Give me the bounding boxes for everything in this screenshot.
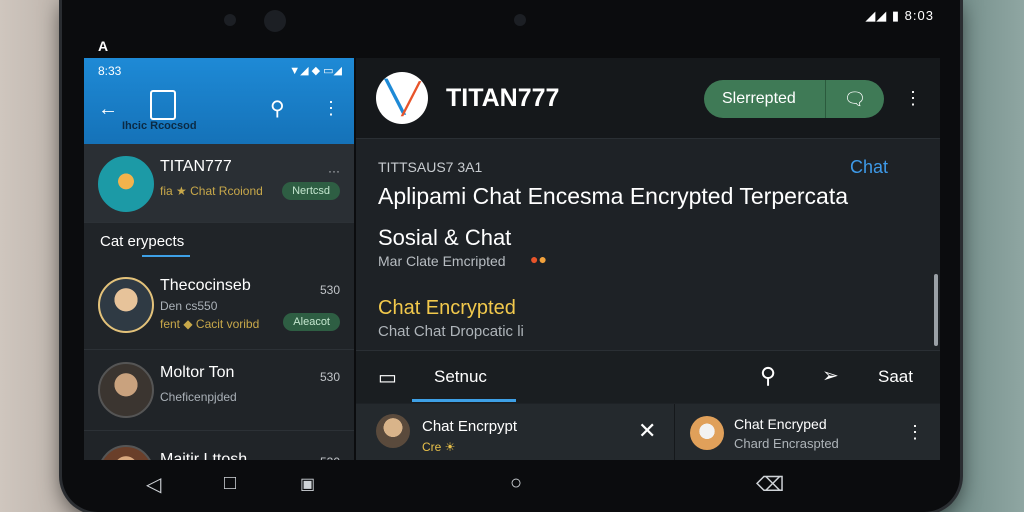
page-title: TITAN777 — [446, 84, 560, 112]
send-icon[interactable]: ➢ — [822, 363, 839, 388]
chat-list-header: 8:33 ▼◢ ◆ ▭◢ ← Ihcic Rcocsod ⚲ ⋮ — [84, 58, 354, 144]
preview-name[interactable]: Chat Encryped — [734, 416, 827, 432]
chat-detail-header: ╲ ╱ TITAN777 Slerrepted 🗨 ⋮ — [356, 58, 940, 139]
status-badge: Aleacot — [283, 313, 340, 331]
preview-sub: Chard Encraspted — [734, 436, 839, 451]
circle-home-icon[interactable]: ○ — [510, 472, 522, 495]
more-vertical-icon[interactable]: ⋮ — [906, 422, 924, 443]
more-vertical-icon[interactable]: ⋮ — [322, 98, 340, 119]
chat-name: TITAN777 — [160, 158, 232, 175]
encrypted-pill-button[interactable]: Slerrepted 🗨 — [704, 80, 884, 118]
square-recent-icon[interactable]: □ — [224, 472, 236, 495]
search-icon[interactable]: ⚲ — [270, 96, 285, 121]
chat-list-item[interactable]: Moltor Ton Cheficenpjded 530 — [84, 350, 354, 431]
chat-meta: fent ◆ Cacit voribd — [160, 317, 260, 331]
chat-time: 530 — [319, 370, 340, 384]
chat-bubble-icon[interactable]: 🗨 — [825, 80, 884, 118]
kicker-text: TITTSAUS7 3A1 — [378, 159, 483, 175]
device-status-bar: ◢◢ ▮ 8:03 — [865, 8, 934, 23]
chat-menu-icon[interactable]: ··· — [328, 164, 340, 178]
avatar — [98, 362, 154, 418]
front-camera — [264, 10, 286, 32]
pill-label: Slerrepted — [722, 90, 796, 107]
header-subtitle: Ihcic Rcocsod — [122, 120, 197, 132]
status-icons: ▼◢ ◆ ▭◢ — [289, 65, 342, 77]
chat-line: Cheficenpjded — [160, 390, 237, 404]
chat-list-panel: 8:33 ▼◢ ◆ ▭◢ ← Ihcic Rcocsod ⚲ ⋮ TITAN77… — [84, 58, 354, 460]
avatar — [98, 445, 154, 460]
divider — [674, 404, 675, 460]
scrollbar[interactable] — [934, 274, 938, 346]
device-logo: A — [98, 38, 109, 54]
chat-detail-panel: ╲ ╱ TITAN777 Slerrepted 🗨 ⋮ TITTSAUS7 3A1… — [356, 58, 940, 460]
avatar — [690, 416, 724, 450]
screenshot-icon[interactable]: ▣ — [300, 474, 315, 494]
clipboard-icon[interactable] — [150, 90, 176, 120]
chat-subtitle: fia ★ Chat Rcoiond — [160, 184, 263, 198]
chat-link[interactable]: Chat — [850, 157, 888, 178]
chat-list-item[interactable]: Maitir Lttosh 530 — [84, 431, 354, 460]
back-key-icon[interactable]: ⌫ — [756, 472, 784, 497]
sensor-dot — [224, 14, 236, 26]
small-caption: Mar Clate Emcripted — [378, 253, 506, 269]
close-icon[interactable]: ✕ — [638, 418, 656, 444]
sensor-dot-right — [514, 14, 526, 26]
chat-detail-body: TITTSAUS7 3A1 Chat Aplipami Chat Encesma… — [356, 139, 940, 351]
avatar — [376, 414, 410, 448]
chat-name: Moltor Ton — [160, 364, 235, 381]
status-time: 8:33 — [98, 64, 122, 78]
triangle-back-icon[interactable]: ◁ — [146, 472, 161, 497]
search-icon[interactable]: ⚲ — [760, 363, 776, 389]
tab-bar: ▭ Setnuc ⚲ ➢ Saat — [356, 350, 940, 403]
highlight-caption: Chat Chat Dropcatic li — [378, 323, 524, 340]
tab-active[interactable]: Setnuc — [434, 367, 487, 387]
chat-time: 530 — [319, 283, 340, 297]
avatar — [98, 156, 154, 212]
chat-name: Thecocinseb — [160, 277, 251, 294]
main-headline: Aplipami Chat Encesma Encrypted Terperca… — [378, 183, 849, 209]
chat-list-item[interactable]: Thecocinseb Den cs550 fent ◆ Cacit vorib… — [84, 263, 354, 350]
chat-line: Den cs550 — [160, 299, 218, 313]
start-button[interactable]: Saat — [878, 367, 913, 387]
preview-sub: Cre ☀ — [422, 440, 456, 454]
system-nav-bar: ◁ □ ▣ ○ ⌫ — [84, 460, 940, 512]
section-underline — [142, 255, 190, 257]
chat-name: Maitir Lttosh — [160, 451, 248, 460]
emoji-icons: ●● — [530, 251, 547, 267]
highlight-heading: Chat Encrypted — [378, 297, 516, 319]
tab-indicator — [412, 399, 516, 402]
pinned-chat-card[interactable]: TITAN777 fia ★ Chat Rcoiond ··· Nertcsd — [84, 144, 354, 223]
section-heading: Sosial & Chat — [378, 225, 512, 250]
status-badge: Nertcsd — [282, 182, 340, 200]
app-logo-icon: ╲ ╱ — [376, 72, 428, 124]
back-arrow-icon[interactable]: ← — [98, 98, 118, 121]
bottom-preview-bar: Chat Encrpypt Cre ☀ ✕ Chat Encryped Char… — [356, 404, 940, 460]
section-header: Cat erypects — [84, 223, 354, 263]
section-title: Cat erypects — [100, 233, 185, 250]
preview-name[interactable]: Chat Encrpypt — [422, 418, 517, 435]
more-vertical-icon[interactable]: ⋮ — [904, 88, 922, 109]
chat-bubble-icon[interactable]: ▭ — [378, 365, 397, 390]
avatar — [98, 277, 154, 333]
